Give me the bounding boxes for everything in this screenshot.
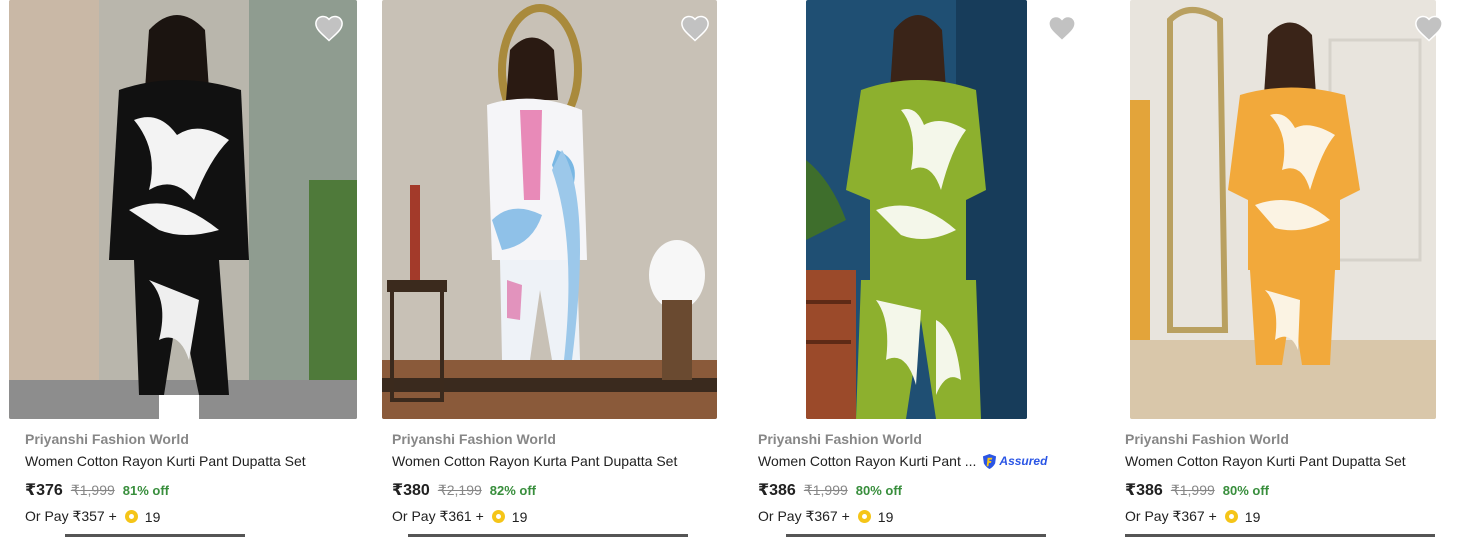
product-info: Priyanshi Fashion World Women Cotton Ray…	[392, 430, 732, 525]
product-info: Priyanshi Fashion World Women Cotton Ray…	[758, 430, 1098, 525]
assured-label: Assured	[999, 454, 1048, 468]
heart-icon	[315, 15, 343, 42]
product-image[interactable]	[382, 0, 717, 419]
pay-text: Or Pay ₹367 +	[1125, 508, 1217, 524]
brand-name: Priyanshi Fashion World	[392, 431, 556, 447]
supercoin-icon	[1224, 510, 1238, 523]
original-price: ₹1,999	[803, 482, 848, 498]
original-price: ₹1,999	[1170, 482, 1215, 498]
wishlist-button[interactable]	[680, 14, 712, 44]
product-title[interactable]: Women Cotton Rayon Kurti Pant Dupatta Se…	[1125, 452, 1465, 470]
original-price: ₹1,999	[70, 482, 115, 498]
discount-badge: 80% off	[1222, 483, 1270, 498]
assured-badge: Assured	[982, 452, 1047, 470]
product-title[interactable]: Women Cotton Rayon Kurti Pant ... Assure…	[758, 452, 1098, 470]
price-row: ₹386 ₹1,999 80% off	[758, 480, 1098, 501]
product-title[interactable]: Women Cotton Rayon Kurti Pant Dupatta Se…	[25, 452, 365, 470]
brand-name: Priyanshi Fashion World	[25, 431, 189, 447]
shield-icon	[983, 453, 997, 469]
coin-count: 19	[144, 508, 161, 525]
supercoin-offer: Or Pay ₹367 + 19	[758, 508, 1098, 525]
pay-text: Or Pay ₹357 +	[25, 508, 117, 524]
wishlist-button[interactable]	[1047, 14, 1079, 44]
product-image[interactable]	[9, 0, 357, 419]
product-info: Priyanshi Fashion World Women Cotton Ray…	[1125, 430, 1465, 525]
product-card[interactable]: Priyanshi Fashion World Women Cotton Ray…	[1117, 0, 1465, 537]
heart-icon	[681, 15, 709, 42]
wishlist-button[interactable]	[314, 14, 346, 44]
wishlist-button[interactable]	[1414, 14, 1446, 44]
brand-name: Priyanshi Fashion World	[1125, 431, 1289, 447]
discount-badge: 82% off	[489, 483, 537, 498]
product-card[interactable]: Priyanshi Fashion World Women Cotton Ray…	[750, 0, 1110, 537]
product-title[interactable]: Women Cotton Rayon Kurta Pant Dupatta Se…	[392, 452, 732, 470]
supercoin-offer: Or Pay ₹357 + 19	[25, 508, 365, 525]
supercoin-icon	[857, 510, 871, 523]
product-title-text[interactable]: Women Cotton Rayon Kurti Pant ...	[758, 452, 976, 470]
product-info: Priyanshi Fashion World Women Cotton Ray…	[25, 430, 365, 525]
supercoin-offer: Or Pay ₹361 + 19	[392, 508, 732, 525]
supercoin-icon	[491, 510, 505, 523]
selling-price: ₹380	[392, 482, 430, 499]
coin-count: 19	[877, 508, 894, 525]
product-image[interactable]	[1130, 0, 1436, 419]
price-row: ₹386 ₹1,999 80% off	[1125, 480, 1465, 501]
product-card[interactable]: Priyanshi Fashion World Women Cotton Ray…	[9, 0, 369, 537]
pay-text: Or Pay ₹361 +	[392, 508, 484, 524]
heart-icon	[1415, 15, 1443, 42]
discount-badge: 81% off	[122, 483, 170, 498]
original-price: ₹2,199	[437, 482, 482, 498]
product-card[interactable]: Priyanshi Fashion World Women Cotton Ray…	[382, 0, 742, 537]
product-title-text[interactable]: Women Cotton Rayon Kurta Pant Dupatta Se…	[392, 452, 677, 470]
supercoin-offer: Or Pay ₹367 + 19	[1125, 508, 1465, 525]
price-row: ₹376 ₹1,999 81% off	[25, 480, 365, 501]
coin-count: 19	[1244, 508, 1261, 525]
selling-price: ₹376	[25, 482, 63, 499]
product-title-text[interactable]: Women Cotton Rayon Kurti Pant Dupatta Se…	[1125, 452, 1406, 470]
product-image[interactable]	[806, 0, 1027, 419]
product-title-text[interactable]: Women Cotton Rayon Kurti Pant Dupatta Se…	[25, 452, 306, 470]
coin-count: 19	[511, 508, 528, 525]
discount-badge: 80% off	[855, 483, 903, 498]
supercoin-icon	[124, 510, 138, 523]
heart-icon	[1048, 15, 1076, 42]
pay-text: Or Pay ₹367 +	[758, 508, 850, 524]
price-row: ₹380 ₹2,199 82% off	[392, 480, 732, 501]
selling-price: ₹386	[758, 482, 796, 499]
selling-price: ₹386	[1125, 482, 1163, 499]
brand-name: Priyanshi Fashion World	[758, 431, 922, 447]
